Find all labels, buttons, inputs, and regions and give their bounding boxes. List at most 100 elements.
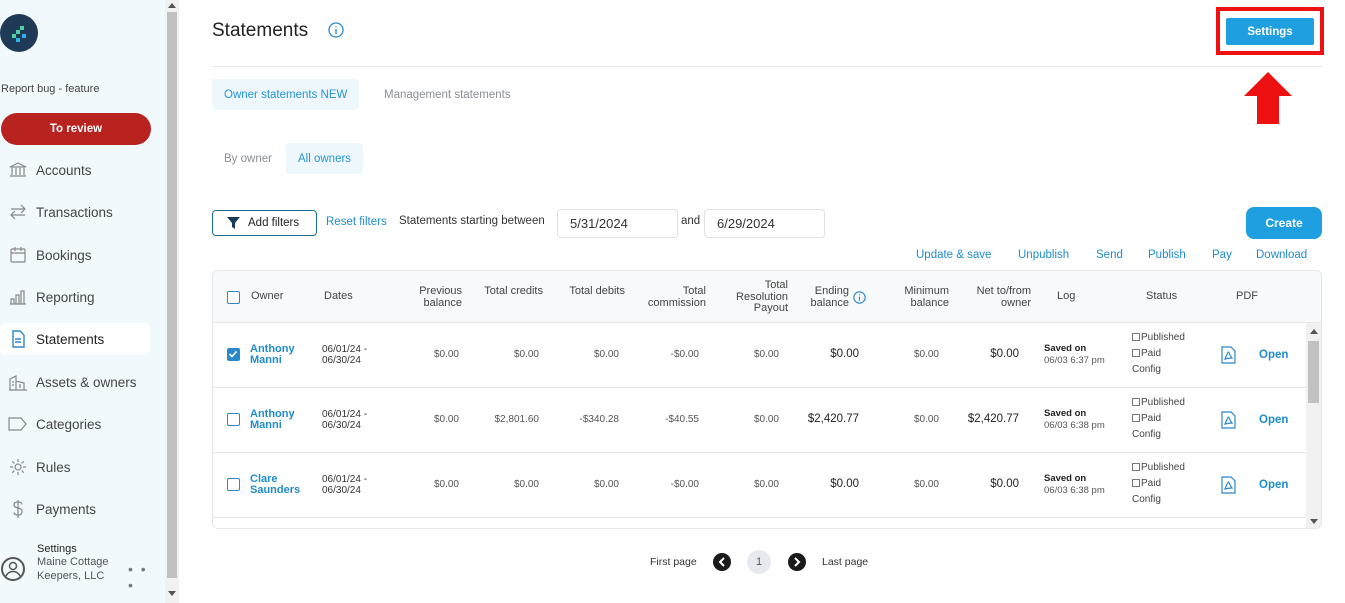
sidebar-item-reporting[interactable]: Reporting: [0, 281, 150, 313]
open-pdf-link[interactable]: Open: [1259, 349, 1288, 361]
download-action[interactable]: Download: [1256, 249, 1307, 261]
next-page-button[interactable]: [788, 553, 806, 571]
total-debits: $0.00: [593, 349, 619, 360]
scroll-down-arrow[interactable]: [1310, 519, 1318, 524]
sidebar-item-statements[interactable]: Statements: [0, 323, 150, 355]
col-total-resolution-payout[interactable]: Total Resolution Payout: [718, 279, 788, 315]
paid-checkbox[interactable]: [1132, 479, 1140, 487]
col-log[interactable]: Log: [1057, 290, 1075, 303]
total-commission: -$40.55: [665, 414, 699, 425]
scrollbar-thumb[interactable]: [1308, 341, 1319, 403]
pdf-icon[interactable]: [1221, 476, 1236, 494]
log-time: 06/03 6:38 pm: [1044, 485, 1105, 496]
log-time: 06/03 6:38 pm: [1044, 420, 1105, 431]
subtab-all-owners[interactable]: All owners: [286, 143, 364, 174]
paid-checkbox[interactable]: [1132, 414, 1140, 422]
paid-checkbox[interactable]: [1132, 349, 1140, 357]
to-review-button[interactable]: To review: [1, 113, 151, 145]
start-date-input[interactable]: [557, 209, 678, 238]
col-ending-balance[interactable]: Ending balance: [801, 285, 849, 309]
create-button[interactable]: Create: [1246, 207, 1322, 239]
previous-balance: $0.00: [433, 479, 459, 490]
col-total-commission[interactable]: Total commission: [631, 285, 706, 309]
dollar-icon: [0, 500, 36, 518]
organization-name: Maine Cottage Keepers, LLC: [37, 556, 109, 582]
config-link[interactable]: Config: [1132, 429, 1161, 440]
owner-name-link[interactable]: Clare Saunders: [250, 474, 310, 496]
pay-action[interactable]: Pay: [1212, 249, 1232, 261]
col-previous-balance[interactable]: Previous balance: [401, 285, 462, 309]
sidebar-item-label: Transactions: [36, 204, 113, 220]
sidebar-item-rules[interactable]: Rules: [0, 451, 150, 483]
row-checkbox[interactable]: [227, 413, 240, 426]
reset-filters-link[interactable]: Reset filters: [326, 216, 387, 228]
statement-dates: 06/01/24 - 06/30/24: [322, 474, 368, 496]
first-page-link[interactable]: First page: [650, 556, 697, 568]
current-page-number[interactable]: 1: [747, 550, 771, 574]
transfer-arrows-icon: [0, 204, 36, 220]
statement-dates: 06/01/24 - 06/30/24: [322, 409, 368, 431]
ending-balance-info-icon[interactable]: [853, 291, 866, 304]
update-save-action[interactable]: Update & save: [916, 249, 991, 261]
sidebar-scrollbar[interactable]: [165, 0, 179, 603]
select-all-checkbox[interactable]: [227, 291, 240, 304]
sidebar-item-categories[interactable]: Categories: [0, 408, 150, 440]
total-resolution-payout: $0.00: [753, 349, 779, 360]
scroll-down-arrow[interactable]: [168, 591, 176, 596]
config-link[interactable]: Config: [1132, 364, 1161, 375]
owner-name-link[interactable]: Anthony Manni: [250, 344, 310, 366]
tab-management-statements[interactable]: Management statements: [372, 79, 523, 110]
scroll-up-arrow[interactable]: [1310, 329, 1318, 334]
app-logo[interactable]: [0, 14, 38, 52]
user-settings[interactable]: Settings Maine Cottage Keepers, LLC • • …: [0, 541, 160, 599]
last-page-link[interactable]: Last page: [822, 556, 868, 568]
add-filters-button[interactable]: Add filters: [212, 210, 317, 236]
table-row: Anthony Manni 06/01/24 - 06/30/24 $0.00 …: [213, 323, 1306, 388]
publish-action[interactable]: Publish: [1148, 249, 1186, 261]
end-date-input[interactable]: [704, 209, 825, 238]
open-pdf-link[interactable]: Open: [1259, 479, 1288, 491]
scroll-up-arrow[interactable]: [168, 3, 176, 8]
unpublish-action[interactable]: Unpublish: [1018, 249, 1069, 261]
status-cell: Published Paid Config: [1132, 330, 1212, 378]
settings-button[interactable]: Settings: [1226, 18, 1314, 45]
sidebar-item-bookings[interactable]: Bookings: [0, 239, 150, 271]
owner-name-link[interactable]: Anthony Manni: [250, 409, 310, 431]
scrollbar-thumb[interactable]: [167, 12, 177, 578]
config-link[interactable]: Config: [1132, 494, 1161, 505]
pdf-icon[interactable]: [1221, 346, 1236, 364]
col-net-to-from-owner[interactable]: Net to/from owner: [958, 285, 1031, 309]
row-checkbox[interactable]: [227, 478, 240, 491]
table-row: Clare Saunders 06/01/24 - 06/30/24 $0.00…: [213, 453, 1306, 518]
row-checkbox[interactable]: [227, 348, 240, 361]
open-pdf-link[interactable]: Open: [1259, 414, 1288, 426]
col-total-debits[interactable]: Total debits: [565, 285, 625, 298]
status-cell: Published Paid Config: [1132, 460, 1212, 508]
col-owner[interactable]: Owner: [251, 290, 283, 303]
published-checkbox[interactable]: [1132, 463, 1140, 471]
table-scrollbar[interactable]: [1306, 323, 1321, 528]
col-minimum-balance[interactable]: Minimum balance: [891, 285, 949, 309]
subtab-by-owner[interactable]: By owner: [212, 143, 284, 174]
col-total-credits[interactable]: Total credits: [483, 285, 543, 298]
pdf-icon[interactable]: [1221, 411, 1236, 429]
published-checkbox[interactable]: [1132, 333, 1140, 341]
sidebar-item-payments[interactable]: Payments: [0, 493, 150, 525]
sidebar-item-accounts[interactable]: Accounts: [0, 154, 150, 186]
minimum-balance: $0.00: [913, 479, 939, 490]
tab-owner-statements[interactable]: Owner statements NEW: [212, 79, 360, 110]
sidebar: Report bug - feature To review Accounts …: [0, 0, 165, 603]
previous-page-button[interactable]: [713, 553, 731, 571]
report-bug-link[interactable]: Report bug - feature: [1, 83, 99, 95]
published-checkbox[interactable]: [1132, 398, 1140, 406]
sidebar-item-transactions[interactable]: Transactions: [0, 196, 150, 228]
more-options-icon[interactable]: • • •: [128, 561, 160, 593]
col-pdf[interactable]: PDF: [1236, 290, 1258, 303]
avatar: [1, 557, 25, 581]
log-entry: Saved on 06/03 6:38 pm: [1044, 408, 1124, 432]
col-dates[interactable]: Dates: [324, 290, 353, 303]
info-icon[interactable]: [328, 22, 344, 43]
col-status[interactable]: Status: [1146, 290, 1177, 303]
send-action[interactable]: Send: [1096, 249, 1123, 261]
sidebar-item-assets-owners[interactable]: Assets & owners: [0, 366, 150, 398]
